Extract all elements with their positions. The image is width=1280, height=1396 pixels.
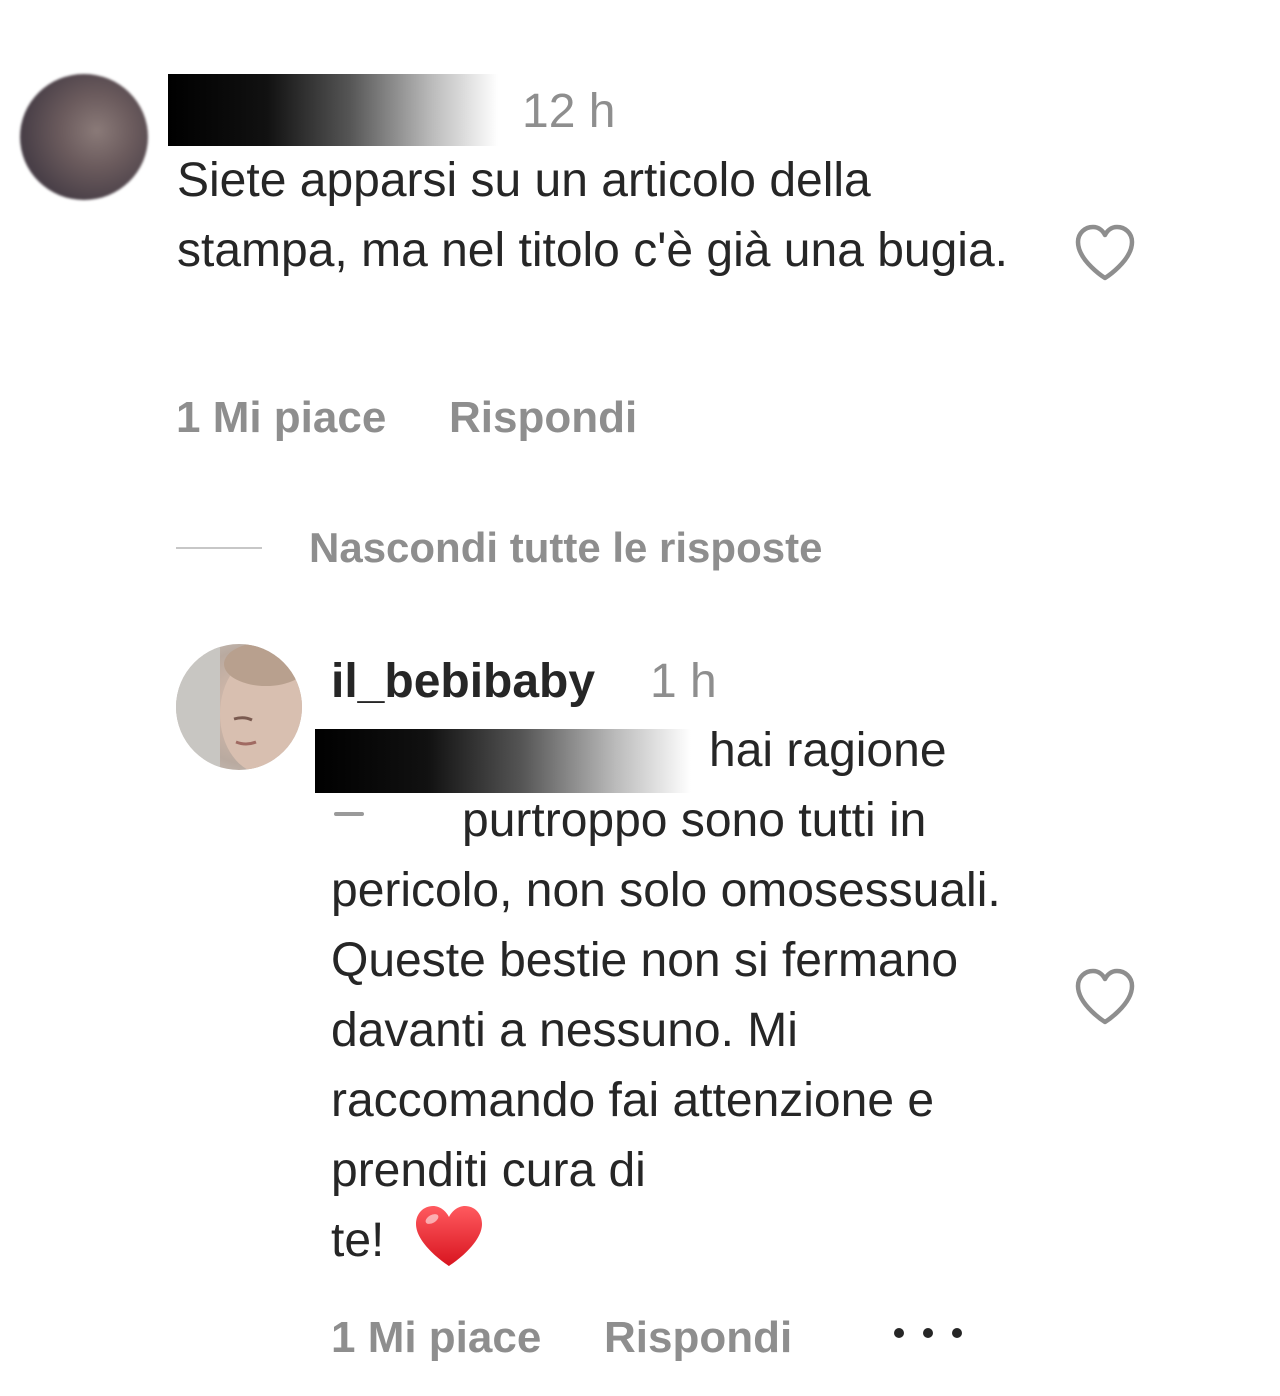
dot <box>923 1328 933 1338</box>
comment-timestamp: 12 h <box>522 85 616 138</box>
redacted-fragment <box>334 812 364 816</box>
dot <box>952 1328 962 1338</box>
comment-reply-button[interactable]: Rispondi <box>449 390 637 446</box>
redacted-username <box>168 74 498 146</box>
redacted-mention <box>315 729 691 793</box>
heart-outline-icon[interactable] <box>1072 966 1138 1028</box>
reply-text-end: te! <box>331 1214 385 1267</box>
reply-text-line1: hai ragione <box>709 724 947 777</box>
replies-divider <box>176 547 262 549</box>
dot <box>894 1328 904 1338</box>
commenter-avatar[interactable] <box>20 74 148 200</box>
hide-replies-button[interactable]: Nascondi tutte le risposte <box>309 520 822 576</box>
reply-text-body: pericolo, non solo omosessuali. Queste b… <box>331 864 1001 1197</box>
reply-likes-count[interactable]: 1 Mi piace <box>331 1310 541 1366</box>
reply-avatar[interactable] <box>176 644 302 770</box>
avatar-photo <box>176 644 302 770</box>
reply-timestamp: 1 h <box>650 655 717 708</box>
red-heart-emoji-icon <box>416 1206 482 1266</box>
more-options-icon[interactable] <box>894 1318 962 1348</box>
heart-outline-icon[interactable] <box>1072 222 1138 284</box>
comment-likes-count[interactable]: 1 Mi piace <box>176 390 386 446</box>
reply-text-line2: purtroppo sono tutti in <box>462 794 927 847</box>
reply-reply-button[interactable]: Rispondi <box>604 1310 792 1366</box>
reply-username[interactable]: il_bebibaby <box>331 652 595 712</box>
comment-text: Siete apparsi su un articolo della stamp… <box>177 154 1008 277</box>
